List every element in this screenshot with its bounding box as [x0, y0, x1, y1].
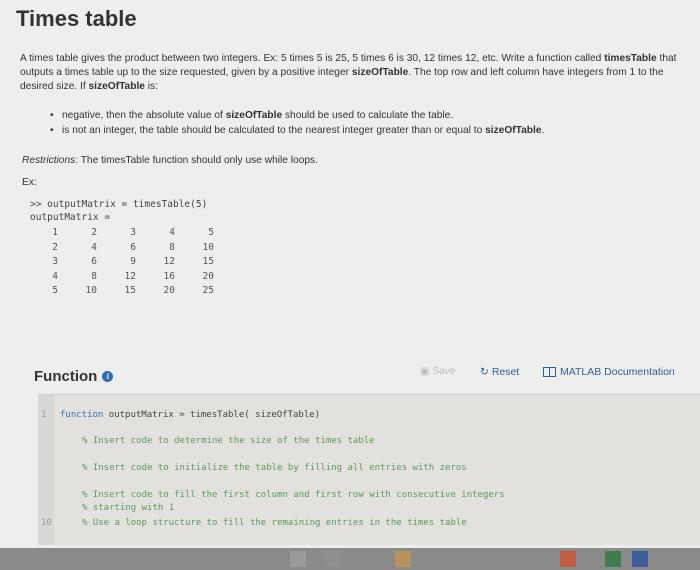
save-icon: ▣ — [420, 366, 430, 377]
page-title: Times table — [16, 6, 137, 31]
matrix-row: 1 2 3 4 5 — [48, 227, 214, 242]
matrix-cell: 3 — [130, 227, 136, 238]
matrix-cell: 10 — [202, 241, 214, 253]
example-output-label: outputMatrix = — [30, 212, 111, 223]
reset-button[interactable]: ↻ Reset — [480, 366, 519, 378]
book-icon — [543, 367, 556, 377]
editor-gutter: 1 10 — [38, 395, 54, 545]
word-icon[interactable] — [632, 551, 648, 567]
matrix-cell: 12 — [163, 256, 175, 267]
function-header: Function i — [34, 368, 114, 385]
code-token: outputMatrix = timesTable( sizeOfTable) — [103, 410, 321, 420]
condition-item: is not an integer, the table should be c… — [50, 123, 680, 138]
matrix-cell: 9 — [130, 256, 136, 267]
os-taskbar — [0, 548, 700, 570]
condition-item: negative, then the absolute value of siz… — [50, 108, 680, 123]
matrix-cell: 6 — [130, 241, 136, 253]
save-label: Save — [432, 366, 456, 377]
problem-page: Times table A times table gives the prod… — [0, 0, 700, 548]
matrix-cell: 20 — [202, 270, 214, 282]
line-number: 10 — [41, 518, 52, 528]
matrix-cell: 5 — [52, 285, 58, 296]
taskbar-app-icon[interactable] — [290, 551, 306, 567]
matrix-cell: 20 — [163, 285, 175, 296]
matrix-row: 4 8 12 16 20 — [48, 271, 214, 286]
matrix-cell: 4 — [169, 227, 175, 238]
matrix-cell: 10 — [85, 285, 97, 296]
matrix-cell: 16 — [163, 270, 175, 282]
matrix-cell: 25 — [202, 285, 214, 296]
matrix-cell: 2 — [91, 227, 97, 238]
code-editor[interactable]: 1 10 function outputMatrix = timesTable(… — [38, 394, 700, 545]
taskbar-app-icon[interactable] — [325, 551, 341, 567]
example-command: >> outputMatrix = timesTable(5) — [30, 199, 208, 210]
code-comment[interactable]: % Insert code to fill the first column a… — [82, 490, 505, 500]
matrix-cell: 5 — [208, 227, 214, 238]
code-comment[interactable]: % Insert code to determine the size of t… — [82, 436, 375, 446]
condition-arg: sizeOfTable — [485, 125, 542, 136]
matrix-cell: 1 — [52, 227, 58, 238]
desc-text-4: is: — [144, 81, 158, 92]
matrix-cell: 8 — [169, 241, 175, 253]
matrix-row: 3 6 9 12 15 — [48, 256, 214, 271]
folder-icon[interactable] — [395, 551, 411, 567]
line-number: 1 — [41, 410, 47, 420]
reset-label: Reset — [491, 366, 520, 378]
matrix-row: 2 4 6 8 10 — [48, 242, 214, 257]
code-line[interactable]: function outputMatrix = timesTable( size… — [60, 410, 320, 420]
matrix-row: 5 10 15 20 25 — [48, 285, 214, 300]
desc-text-1: A times table gives the product between … — [20, 53, 605, 64]
matrix-cell: 3 — [52, 256, 58, 267]
restrictions-text: The timesTable function should only use … — [78, 155, 318, 166]
restrictions-label: Restrictions: — [22, 155, 79, 166]
example-label: Ex: — [22, 177, 37, 188]
matlab-documentation-button[interactable]: MATLAB Documentation — [543, 366, 675, 378]
example-matrix: 12345 2 4 6 8 10 3 6 9 12 15 4 8 12 16 20 5 10 15 20 25 — [48, 227, 214, 300]
problem-description: A times table gives the product between … — [20, 52, 680, 94]
excel-icon[interactable] — [605, 551, 621, 567]
condition-text: negative, then the absolute value of — [62, 110, 226, 121]
matrix-cell: 12 — [124, 270, 136, 282]
desc-arg-2: sizeOfTable — [88, 81, 145, 92]
info-icon[interactable]: i — [102, 371, 114, 382]
keyword-token: function — [60, 410, 104, 420]
condition-text: . — [541, 125, 545, 136]
condition-text: is not an integer, the table should be c… — [62, 125, 486, 136]
matrix-cell: 4 — [52, 270, 58, 282]
save-button[interactable]: ▣ Save — [420, 366, 455, 377]
matrix-cell: 2 — [52, 241, 58, 253]
code-comment[interactable]: % Use a loop structure to fill the remai… — [82, 518, 467, 528]
matrix-cell: 15 — [202, 256, 214, 267]
docs-label: MATLAB Documentation — [560, 366, 675, 378]
reset-icon: ↻ — [480, 366, 489, 378]
taskbar-app-icon[interactable] — [560, 551, 576, 567]
desc-arg-1: sizeOfTable — [351, 67, 409, 78]
code-comment[interactable]: % starting with 1 — [82, 503, 174, 513]
desc-fname: timesTable — [604, 53, 657, 64]
condition-list: negative, then the absolute value of siz… — [50, 108, 680, 138]
matrix-cell: 4 — [91, 241, 97, 253]
code-comment[interactable]: % Insert code to initialize the table by… — [82, 463, 467, 473]
condition-text: should be used to calculate the table. — [282, 110, 454, 121]
matrix-cell: 15 — [124, 285, 136, 296]
matrix-cell: 8 — [91, 270, 97, 282]
matrix-cell: 6 — [91, 256, 97, 267]
condition-arg: sizeOfTable — [225, 110, 283, 121]
restrictions: Restrictions: The timesTable function sh… — [22, 155, 318, 166]
function-title: Function — [34, 368, 98, 385]
